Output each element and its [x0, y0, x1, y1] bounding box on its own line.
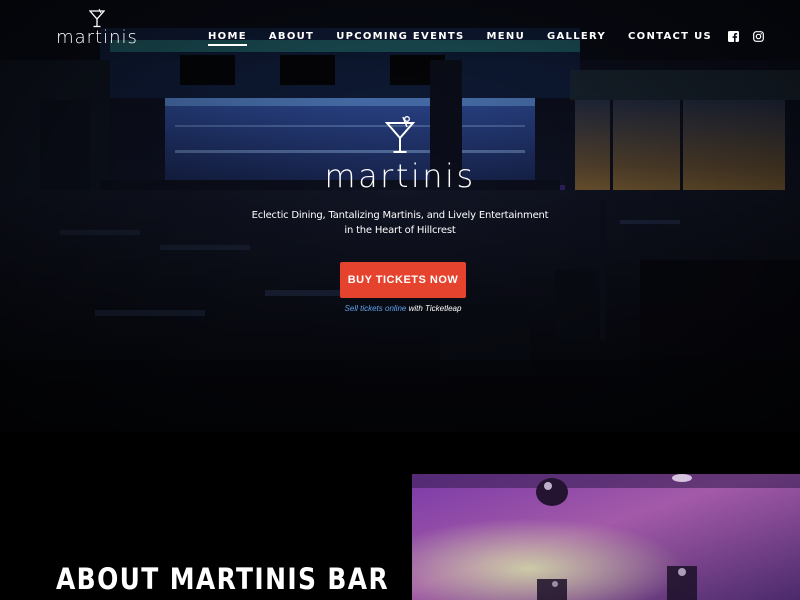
nav-home[interactable]: HOME	[208, 31, 247, 46]
nav-about[interactable]: ABOUT	[269, 31, 314, 42]
main-nav: HOME ABOUT UPCOMING EVENTS MENU GALLERY …	[186, 28, 764, 46]
hero-tagline: Eclectic Dining, Tantalizing Martinis, a…	[250, 208, 550, 238]
tagline-line-1: Eclectic Dining, Tantalizing Martinis, a…	[251, 210, 549, 221]
martini-glass-icon	[385, 116, 415, 153]
about-photo	[412, 474, 800, 600]
facebook-icon[interactable]	[728, 30, 739, 42]
martini-glass-icon	[89, 8, 105, 28]
sell-tickets-link[interactable]: Sell tickets online	[345, 304, 407, 313]
hero-logo: martinis	[300, 115, 500, 197]
hero-section: martinis HOME ABOUT UPCOMING EVENTS MENU…	[0, 0, 800, 432]
about-section: ABOUT MARTINIS BAR	[0, 432, 800, 600]
site-logo[interactable]: martinis	[56, 8, 138, 52]
site-logo-text: martinis	[56, 27, 138, 48]
nav-menu[interactable]: MENU	[487, 31, 525, 42]
tagline-line-2: in the Heart of Hillcrest	[344, 225, 456, 236]
nav-gallery[interactable]: GALLERY	[547, 31, 606, 42]
ticketleap-suffix: with Ticketleap	[408, 304, 462, 313]
buy-tickets-button[interactable]: BUY TICKETS NOW	[340, 262, 466, 298]
nav-contact-us[interactable]: CONTACT US	[628, 31, 712, 42]
ticketleap-credit: Sell tickets online with Ticketleap	[300, 304, 506, 313]
instagram-icon[interactable]	[753, 30, 764, 42]
about-title: ABOUT MARTINIS BAR	[56, 562, 390, 596]
hero-logo-text: martinis	[324, 157, 476, 195]
nav-upcoming-events[interactable]: UPCOMING EVENTS	[336, 31, 464, 42]
